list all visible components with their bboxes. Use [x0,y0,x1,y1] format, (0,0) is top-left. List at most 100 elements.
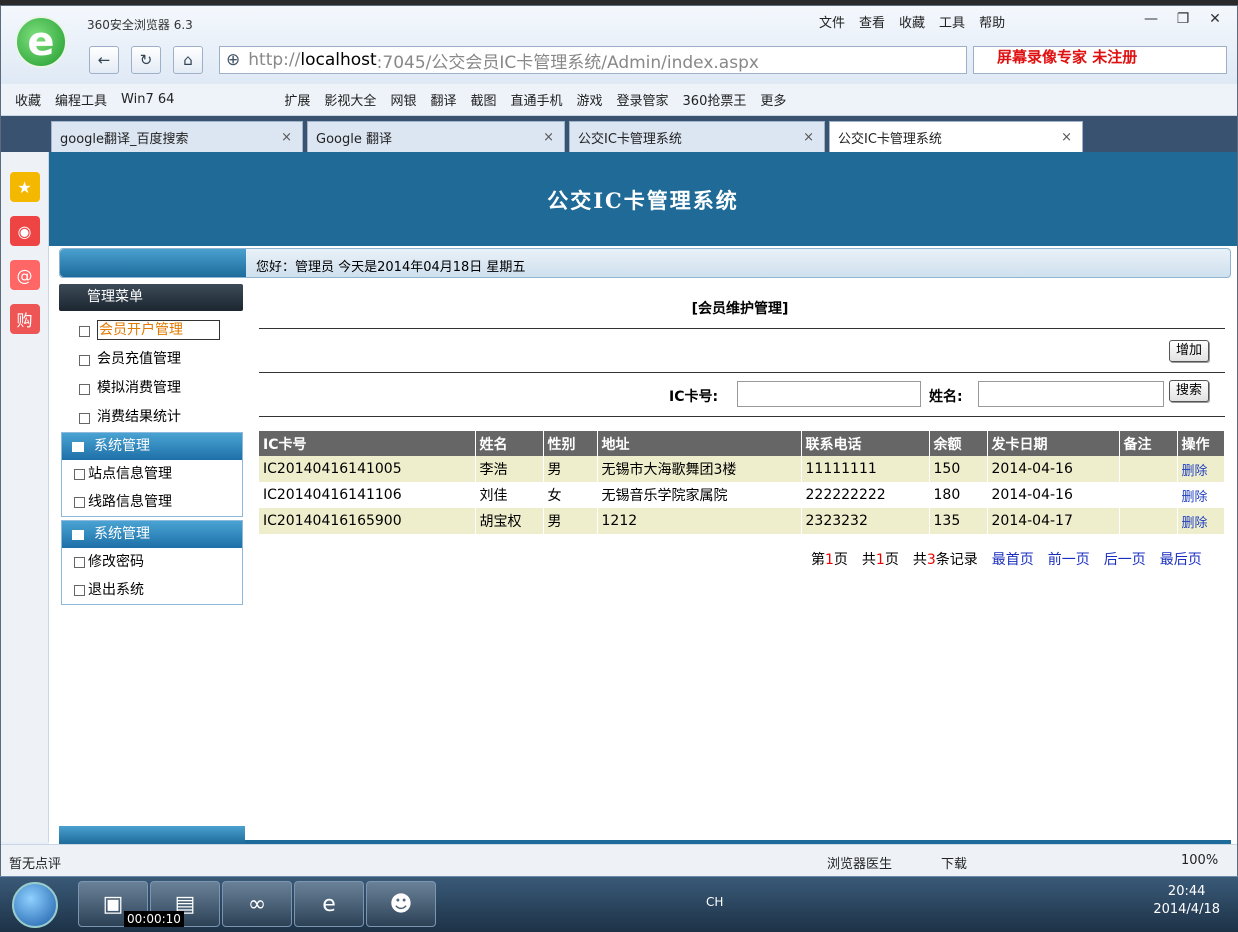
bookmark-favorites[interactable]: 收藏 [15,90,41,109]
next-page-link[interactable]: 后一页 [1104,549,1146,569]
bookmark-bank[interactable]: 网银 [390,90,416,109]
bookmark-programming[interactable]: 编程工具 [55,90,107,109]
menu-help[interactable]: 帮助 [979,12,1005,31]
name-label: 姓名: [929,389,963,405]
menu-favorites[interactable]: 收藏 [899,12,925,31]
cell-gender: 男 [543,456,598,482]
bookmark-login[interactable]: 登录管家 [617,90,669,109]
zoom-level[interactable]: 100% [1181,853,1218,868]
start-button[interactable] [12,882,58,928]
col-date: 发卡日期 [987,431,1120,456]
menu-view[interactable]: 查看 [859,12,885,31]
pager-text: 条记录 [935,552,978,568]
bookmark-tickets[interactable]: 360抢票王 [683,90,747,109]
prev-page-link[interactable]: 前一页 [1048,549,1090,569]
close-icon[interactable]: × [543,130,554,145]
delete-link[interactable]: 删除 [1177,482,1225,508]
bookmark-win7[interactable]: Win7 64 [121,92,174,107]
menu-item-route[interactable]: 线路信息管理 [62,488,242,516]
bookmark-phone[interactable]: 直通手机 [510,90,562,109]
divider [259,416,1225,417]
tab-ic-system[interactable]: 公交IC卡管理系统 × [569,121,825,152]
web-page: 公交IC卡管理系统 您好：管理员 今天是2014年04月18日 星期五 管理菜单… [49,152,1237,844]
address-bar[interactable]: ⊕ http://localhost:7045/公交会员IC卡管理系统/Admi… [219,46,967,74]
group-header: 系统管理 [62,521,242,548]
tab-google[interactable]: Google 翻译 × [307,121,565,152]
tab-ic-system-active[interactable]: 公交IC卡管理系统 × [829,121,1083,152]
last-page-link[interactable]: 最后页 [1160,549,1202,569]
bookmark-video[interactable]: 影视大全 [324,90,376,109]
cell-address: 1212 [597,508,802,534]
cell-balance: 150 [929,456,988,482]
pager-text: 第 [811,552,825,568]
taskbar-app-browser[interactable]: e [294,881,364,927]
menu-item-member-recharge[interactable]: 会员充值管理 [77,345,220,374]
cell-name: 李浩 [475,456,544,482]
taskbar-app-infinity[interactable]: ∞ [222,881,292,927]
greeting-bar-left [60,249,246,277]
bookmark-more[interactable]: 更多 [760,90,786,109]
shop-icon[interactable]: 购 [9,304,40,334]
bookmark-extensions[interactable]: 扩展 [284,90,310,109]
restore-icon[interactable]: ❐ [1169,8,1197,30]
pagination: 第1页 共1页 共3条记录 最首页 前一页 后一页 最后页 [811,549,1202,569]
bookmark-screenshot[interactable]: 截图 [470,90,496,109]
search-button[interactable]: 搜索 [1169,380,1210,402]
delete-link[interactable]: 删除 [1177,508,1225,534]
tab-label: google翻译_百度搜索 [60,131,189,147]
cell-phone: 222222222 [801,482,930,508]
download-button[interactable]: 下载 [941,853,967,872]
page-title: 公交IC卡管理系统 [49,152,1237,246]
close-icon[interactable]: × [803,130,814,145]
card-number-input[interactable] [737,381,921,407]
table-header-row: IC卡号 姓名 性别 地址 联系电话 余额 发卡日期 备注 操作 [259,431,1225,456]
add-button[interactable]: 增加 [1169,340,1210,362]
cell-card: IC20140416141005 [259,456,476,482]
bookmark-games[interactable]: 游戏 [577,90,603,109]
cell-card: IC20140416141106 [259,482,476,508]
mail-icon[interactable]: @ [9,260,40,290]
browser-doctor[interactable]: 浏览器医生 [827,853,892,872]
close-icon[interactable]: × [281,130,292,145]
side-strip: ★ ◉ @ 购 [1,152,49,842]
close-icon[interactable]: × [1061,130,1072,145]
ime-indicator[interactable]: CH [706,895,723,909]
menu-tools[interactable]: 工具 [939,12,965,31]
taskbar-app-game[interactable]: ☻ [366,881,436,927]
menu-item-member-open[interactable]: 会员开户管理 [77,316,220,345]
pager-text: 共 [912,552,927,568]
home-button[interactable]: ⌂ [173,46,203,74]
menu-item-station[interactable]: 站点信息管理 [62,460,242,488]
menu-item-consume-stats[interactable]: 消费结果统计 [77,403,220,432]
cell-balance: 135 [929,508,988,534]
close-icon[interactable]: ✕ [1201,8,1229,30]
cell-date: 2014-04-16 [987,456,1120,482]
system-group-1: 系统管理 站点信息管理 线路信息管理 [61,432,243,517]
menu-item-consume-sim[interactable]: 模拟消费管理 [77,374,220,403]
first-page-link[interactable]: 最首页 [992,549,1034,569]
back-button[interactable]: ← [89,46,119,74]
section-title: [会员维护管理] [691,301,789,317]
menu-file[interactable]: 文件 [819,12,845,31]
minimize-icon[interactable]: — [1137,8,1165,30]
col-phone: 联系电话 [801,431,930,456]
refresh-button[interactable]: ↻ [131,46,161,74]
cell-balance: 180 [929,482,988,508]
delete-link[interactable]: 删除 [1177,456,1225,482]
app-title: 360安全浏览器 6.3 [87,18,193,32]
tab-baidu[interactable]: google翻译_百度搜索 × [51,121,303,152]
divider [259,328,1225,329]
menu-item-change-password[interactable]: 修改密码 [62,548,242,576]
watermark-text: 屏幕录像专家 未注册 [997,48,1138,66]
member-table: IC卡号 姓名 性别 地址 联系电话 余额 发卡日期 备注 操作 IC20140… [259,431,1225,534]
system-tray: CH [706,895,723,909]
clock[interactable]: 20:44 2014/4/18 [1153,883,1220,919]
bookmark-translate[interactable]: 翻译 [430,90,456,109]
name-input[interactable] [978,381,1164,407]
star-icon[interactable]: ★ [9,172,40,202]
total-records: 共3条记录 [913,549,978,569]
cell-address: 无锡市大海歌舞团3楼 [597,456,802,482]
page-info: 第1页 [811,549,848,569]
menu-item-logout[interactable]: 退出系统 [62,576,242,604]
weibo-icon[interactable]: ◉ [9,216,40,246]
